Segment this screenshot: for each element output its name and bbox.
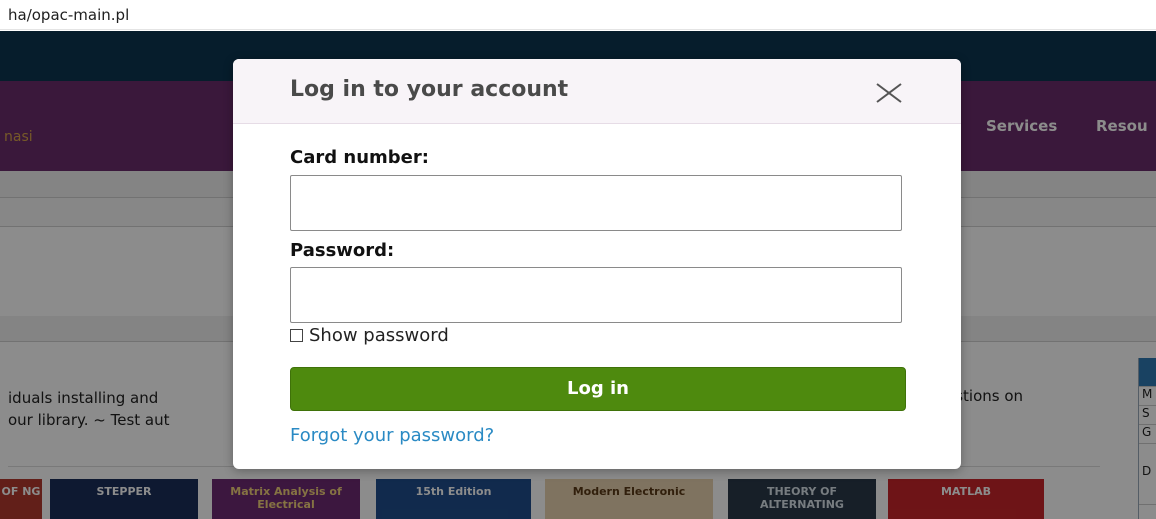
- show-password-checkbox[interactable]: [290, 329, 303, 342]
- modal-header: Log in to your account: [233, 59, 961, 124]
- show-password-toggle[interactable]: Show password: [290, 325, 449, 346]
- address-bar[interactable]: ha/opac-main.pl: [0, 0, 1156, 30]
- login-modal: Log in to your account Card number: Pass…: [233, 59, 961, 469]
- modal-title: Log in to your account: [290, 77, 569, 102]
- show-password-label: Show password: [309, 325, 449, 346]
- password-label: Password:: [290, 240, 395, 261]
- password-input[interactable]: [290, 267, 902, 323]
- card-number-input[interactable]: [290, 175, 902, 231]
- card-number-label: Card number:: [290, 147, 429, 168]
- forgot-password-link[interactable]: Forgot your password?: [290, 425, 494, 446]
- close-icon[interactable]: [873, 75, 905, 107]
- login-button[interactable]: Log in: [290, 367, 906, 411]
- url-text: ha/opac-main.pl: [8, 6, 130, 24]
